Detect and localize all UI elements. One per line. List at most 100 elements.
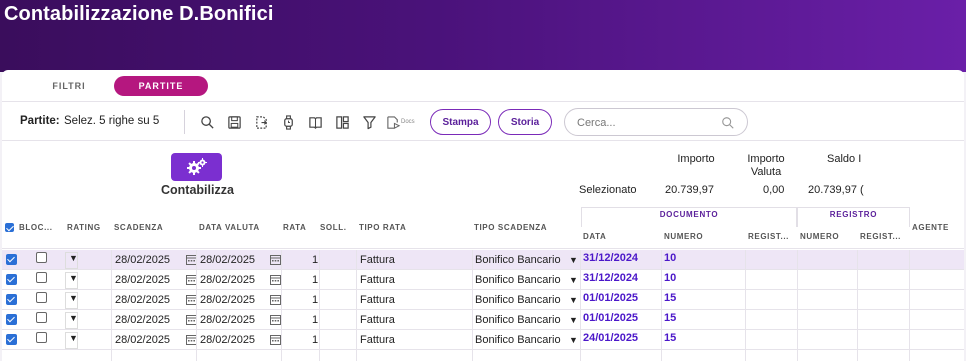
table-row[interactable]: ▼ 28/02/2025 28/02/2025 1 Fattura Bonifi…	[2, 290, 964, 310]
col-divider	[857, 250, 858, 361]
bloc-checkbox[interactable]	[36, 272, 47, 283]
doc-numero-link[interactable]: 15	[664, 292, 676, 304]
col-data-valuta[interactable]: DATA VALUTA	[199, 223, 260, 232]
doc-numero-link[interactable]: 15	[664, 332, 676, 344]
docs-send-icon[interactable]	[385, 114, 401, 130]
table-row[interactable]: ▼ 28/02/2025 28/02/2025 1 Fattura Bonifi…	[2, 330, 964, 350]
watch-icon[interactable]	[280, 114, 296, 130]
col-doc-registro[interactable]: REGIST...	[748, 232, 789, 241]
columns-icon[interactable]	[334, 114, 350, 130]
docs-label: Docs	[401, 119, 415, 125]
storia-button[interactable]: Storia	[498, 109, 552, 135]
col-divider	[319, 250, 320, 361]
table-row[interactable]: ▼ 28/02/2025 28/02/2025 1 Fattura Bonifi…	[2, 250, 964, 270]
rata-cell: 1	[312, 314, 319, 326]
row-select-checkbox[interactable]	[6, 314, 17, 325]
rating-dropdown[interactable]: ▼	[69, 333, 78, 343]
search-box	[564, 108, 748, 136]
table-row[interactable]: ▼ 28/02/2025 28/02/2025 1 Fattura Bonifi…	[2, 270, 964, 290]
registro-group-label: REGISTRO	[829, 210, 878, 219]
selezionato-saldo: 20.739,97 (	[808, 184, 864, 196]
selection-count: Selez. 5 righe su 5	[64, 115, 160, 127]
doc-data-link[interactable]: 24/01/2025	[583, 332, 638, 344]
bloc-checkbox[interactable]	[36, 332, 47, 343]
rata-cell: 1	[312, 274, 319, 286]
importo-header: Importo	[677, 153, 715, 165]
tab-bar: FILTRI PARTITE	[2, 70, 964, 102]
doc-numero-link[interactable]: 10	[664, 252, 676, 264]
rating-dropdown[interactable]: ▼	[69, 313, 78, 323]
col-divider	[661, 250, 662, 361]
calendar-icon[interactable]	[270, 275, 281, 285]
contabilizza-button[interactable]	[171, 153, 222, 181]
doc-data-link[interactable]: 31/12/2024	[583, 252, 638, 264]
tab-filtri[interactable]: FILTRI	[24, 76, 114, 96]
book-icon[interactable]	[307, 114, 323, 130]
save-icon[interactable]	[226, 114, 242, 130]
calendar-icon[interactable]	[270, 315, 281, 325]
col-doc-data[interactable]: DATA	[583, 232, 606, 241]
calendar-icon[interactable]	[270, 255, 281, 265]
col-doc-numero[interactable]: NUMERO	[664, 232, 703, 241]
row-select-checkbox[interactable]	[6, 334, 17, 345]
col-tipo-scadenza[interactable]: TIPO SCADENZA	[474, 223, 547, 232]
rating-dropdown[interactable]: ▼	[69, 253, 78, 263]
row-select-checkbox[interactable]	[6, 274, 17, 285]
col-agente[interactable]: AGENTE	[912, 223, 949, 232]
doc-numero-link[interactable]: 10	[664, 272, 676, 284]
importo-valuta-header-line1: Importo	[747, 153, 785, 165]
table-row[interactable]: ▼ 28/02/2025 28/02/2025 1 Fattura Bonifi…	[2, 310, 964, 330]
rating-dropdown[interactable]: ▼	[69, 293, 78, 303]
tab-partite[interactable]: PARTITE	[114, 76, 208, 96]
search-field-icon[interactable]	[721, 116, 735, 130]
rata-cell: 1	[312, 294, 319, 306]
search-icon[interactable]	[199, 114, 215, 130]
col-divider	[745, 250, 746, 361]
toolbar-divider	[184, 110, 185, 134]
doc-data-link[interactable]: 01/01/2025	[583, 312, 638, 324]
rating-dropdown[interactable]: ▼	[69, 273, 78, 283]
table-row-partial	[2, 350, 964, 361]
importo-valuta-header: Importo Valuta	[737, 153, 795, 179]
saldo-header: Saldo I	[827, 153, 862, 165]
col-rating[interactable]: RATING	[67, 223, 101, 232]
col-soll[interactable]: SOLL.	[320, 223, 347, 232]
tipo-scadenza-dropdown[interactable]: ▼	[569, 335, 578, 345]
calendar-icon[interactable]	[270, 295, 281, 305]
doc-data-link[interactable]: 31/12/2024	[583, 272, 638, 284]
col-reg-registro[interactable]: REGIST...	[860, 232, 901, 241]
doc-numero-link[interactable]: 15	[664, 312, 676, 324]
tipo-scadenza-dropdown[interactable]: ▼	[569, 295, 578, 305]
filter-icon[interactable]	[361, 114, 377, 130]
col-reg-numero[interactable]: NUMERO	[800, 232, 839, 241]
stampa-button[interactable]: Stampa	[430, 109, 491, 135]
col-bloc[interactable]: BLOC...	[19, 223, 53, 232]
bloc-checkbox[interactable]	[36, 312, 47, 323]
toolbar: Partite: Selez. 5 righe su 5 Docs Stampa	[2, 103, 964, 141]
tipo-scadenza-dropdown[interactable]: ▼	[569, 255, 578, 265]
calendar-icon[interactable]	[270, 335, 281, 345]
col-divider	[281, 250, 282, 361]
rata-cell: 1	[312, 254, 319, 266]
tipo-scadenza-dropdown[interactable]: ▼	[569, 275, 578, 285]
data-valuta-cell: 28/02/2025	[200, 274, 256, 286]
row-select-checkbox[interactable]	[6, 254, 17, 265]
export-icon[interactable]	[253, 114, 269, 130]
search-input[interactable]	[577, 115, 717, 131]
col-tipo-rata[interactable]: TIPO RATA	[359, 223, 406, 232]
select-all-checkbox[interactable]	[5, 223, 14, 232]
col-divider	[356, 250, 357, 361]
doc-data-link[interactable]: 01/01/2025	[583, 292, 638, 304]
col-rata[interactable]: RATA	[283, 223, 306, 232]
col-scadenza[interactable]: SCADENZA	[114, 223, 163, 232]
scadenza-cell: 28/02/2025	[115, 334, 171, 346]
app-header: Contabilizzazione D.Bonifici	[0, 0, 966, 72]
tipo-scadenza-dropdown[interactable]: ▼	[569, 315, 578, 325]
bloc-checkbox[interactable]	[36, 292, 47, 303]
importo-valuta-header-line2: Valuta	[750, 166, 782, 178]
row-select-checkbox[interactable]	[6, 294, 17, 305]
data-valuta-cell: 28/02/2025	[200, 254, 256, 266]
bloc-checkbox[interactable]	[36, 252, 47, 263]
tipo-rata-cell: Fattura	[360, 294, 395, 306]
data-valuta-cell: 28/02/2025	[200, 314, 256, 326]
